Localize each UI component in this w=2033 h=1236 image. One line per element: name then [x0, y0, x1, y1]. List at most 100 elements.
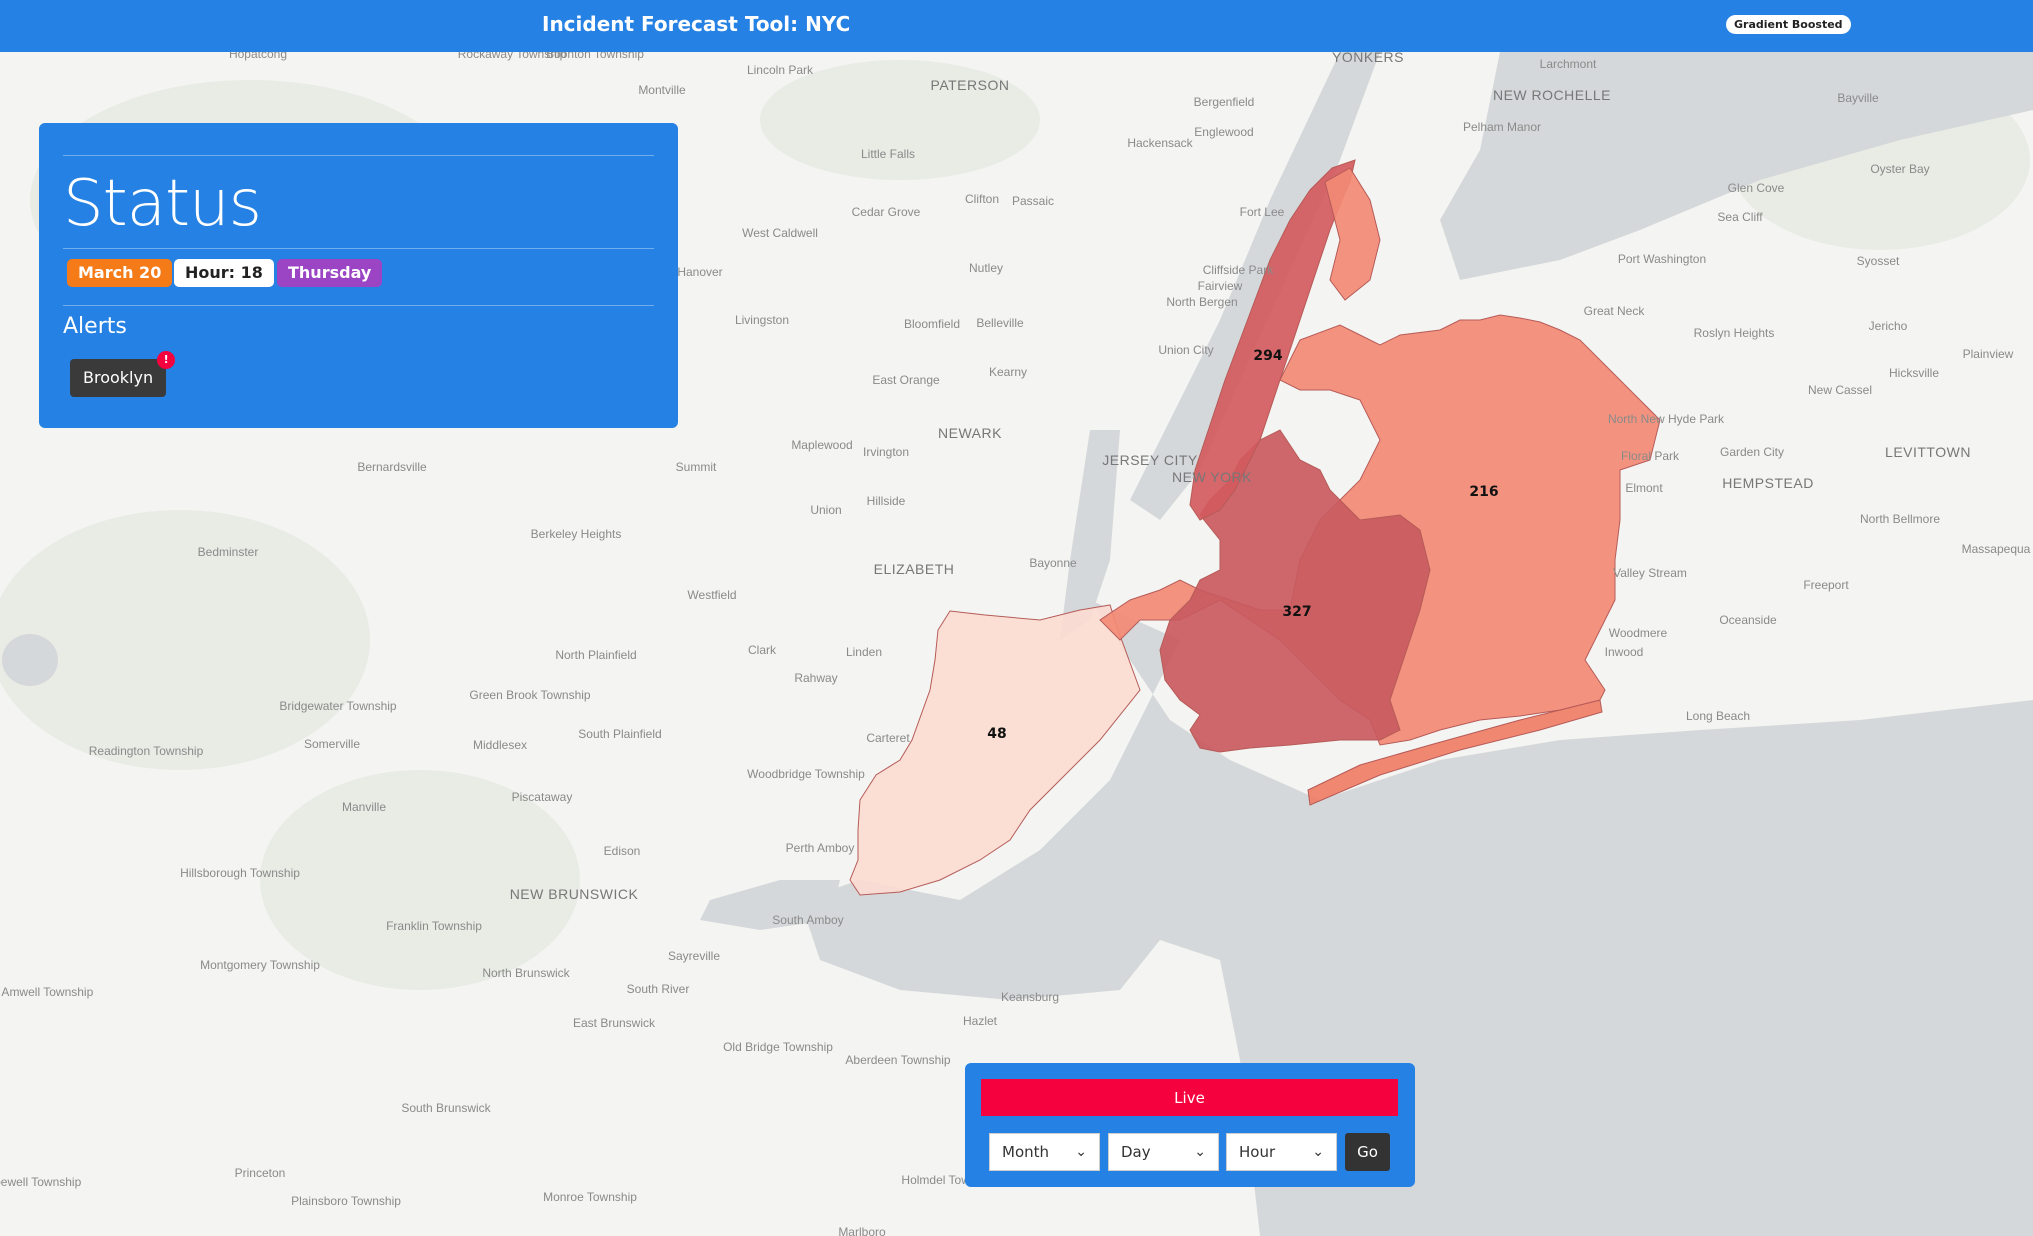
place-label: West Caldwell: [742, 226, 818, 240]
place-label: Hicksville: [1889, 366, 1939, 380]
hour-select-label: Hour: [1239, 1143, 1276, 1161]
place-label: Green Brook Township: [469, 688, 591, 702]
place-label: Bayonne: [1029, 556, 1077, 570]
place-label: NEW YORK: [1172, 469, 1252, 485]
hour-label: Hour:: [185, 263, 236, 282]
month-select-label: Month: [1002, 1143, 1050, 1161]
divider: [63, 248, 654, 249]
place-label: Hillsborough Township: [180, 866, 300, 880]
chevron-down-icon: ⌄: [1194, 1144, 1206, 1160]
place-label: Westfield: [687, 588, 736, 602]
place-label: Sea Cliff: [1717, 210, 1763, 224]
place-label: Elmont: [1625, 481, 1663, 495]
place-label: ELIZABETH: [874, 561, 955, 577]
place-label: Bridgewater Township: [279, 699, 397, 713]
place-label: Old Bridge Township: [723, 1040, 833, 1054]
go-button[interactable]: Go: [1345, 1133, 1390, 1171]
place-label: Summit: [676, 460, 717, 474]
place-label: Irvington: [863, 445, 909, 459]
place-label: Piscataway: [512, 790, 573, 804]
place-label: Somerville: [304, 737, 360, 751]
live-button[interactable]: Live: [981, 1079, 1398, 1116]
place-label: Franklin Township: [386, 919, 482, 933]
place-label: Middlesex: [473, 738, 527, 752]
place-label: Hanover: [677, 265, 722, 279]
place-label: Linden: [846, 645, 882, 659]
place-label: JERSEY CITY: [1102, 452, 1198, 468]
place-label: PATERSON: [931, 77, 1010, 93]
place-label: Cliffside Park: [1203, 263, 1274, 277]
place-label: Larchmont: [1540, 57, 1597, 71]
hour-value: 18: [240, 263, 263, 282]
place-label: Passaic: [1012, 194, 1054, 208]
place-label: Fort Lee: [1240, 205, 1285, 219]
place-label: Kearny: [989, 365, 1027, 379]
alerts-title: Alerts: [63, 314, 127, 339]
place-label: Inwood: [1605, 645, 1644, 659]
place-label: Oceanside: [1719, 613, 1777, 627]
place-label: Manville: [342, 800, 386, 814]
alert-indicator-icon: !: [157, 351, 176, 369]
place-label: Hazlet: [963, 1014, 998, 1028]
status-panel: Status March 20 Hour: 18 Thursday Alerts…: [39, 123, 678, 428]
place-label: Floral Park: [1621, 449, 1680, 463]
place-label: Hillside: [867, 494, 906, 508]
place-label: Englewood: [1194, 125, 1253, 139]
hour-select[interactable]: Hour ⌄: [1226, 1133, 1337, 1171]
place-label: Sayreville: [668, 949, 720, 963]
place-label: Woodmere: [1609, 626, 1668, 640]
place-label: Bloomfield: [904, 317, 960, 331]
place-label: Woodbridge Township: [747, 767, 865, 781]
place-label: South Amboy: [772, 913, 843, 927]
place-label: Jericho: [1869, 319, 1908, 333]
borough-value-queens: 216: [1469, 484, 1498, 500]
place-label: Roslyn Heights: [1694, 326, 1775, 340]
place-label: North Bergen: [1166, 295, 1237, 309]
top-bar: Incident Forecast Tool: NYC Gradient Boo…: [0, 0, 2033, 52]
month-select[interactable]: Month ⌄: [989, 1133, 1100, 1171]
place-label: LEVITTOWN: [1885, 444, 1971, 460]
place-label: Oyster Bay: [1870, 162, 1929, 176]
place-label: Berkeley Heights: [531, 527, 622, 541]
place-label: Garden City: [1720, 445, 1784, 459]
place-label: HEMPSTEAD: [1722, 475, 1814, 491]
place-label: Bergenfield: [1194, 95, 1255, 109]
place-label: Clark: [748, 643, 777, 657]
place-label: Hopewell Township: [0, 1175, 82, 1189]
place-label: Hackensack: [1127, 136, 1193, 150]
day-select-label: Day: [1121, 1143, 1151, 1161]
place-label: Bayville: [1837, 91, 1879, 105]
place-label: Long Beach: [1686, 709, 1750, 723]
chevron-down-icon: ⌄: [1075, 1144, 1087, 1160]
place-label: Plainview: [1963, 347, 2014, 361]
place-label: Princeton: [235, 1166, 286, 1180]
hour-badge: Hour: 18: [174, 259, 274, 287]
control-panel: Live Month ⌄ Day ⌄ Hour ⌄ Go: [965, 1063, 1415, 1187]
borough-value-staten-island: 48: [987, 726, 1006, 742]
place-label: Valley Stream: [1613, 566, 1687, 580]
model-badge[interactable]: Gradient Boosted: [1726, 15, 1851, 34]
app-title: Incident Forecast Tool: NYC: [542, 12, 851, 36]
place-label: Livingston: [735, 313, 789, 327]
borough-value-manhattan: 294: [1253, 348, 1282, 364]
day-select[interactable]: Day ⌄: [1108, 1133, 1219, 1171]
place-label: Freeport: [1803, 578, 1849, 592]
place-label: South River: [627, 982, 690, 996]
place-label: Carteret: [866, 731, 910, 745]
place-label: New Cassel: [1808, 383, 1872, 397]
place-label: Perth Amboy: [786, 841, 855, 855]
place-label: Montville: [638, 83, 686, 97]
place-label: Keansburg: [1001, 990, 1059, 1004]
place-label: Aberdeen Township: [845, 1053, 951, 1067]
place-label: Union City: [1158, 343, 1213, 357]
alert-brooklyn[interactable]: Brooklyn !: [70, 351, 176, 397]
date-badge: March 20: [67, 259, 173, 287]
place-label: East Brunswick: [573, 1016, 656, 1030]
place-label: NEW ROCHELLE: [1493, 87, 1611, 103]
place-label: Clifton: [965, 192, 999, 206]
place-label: Massapequa: [1962, 542, 2031, 556]
place-label: East Orange: [872, 373, 940, 387]
divider: [63, 155, 654, 156]
place-label: YONKERS: [1332, 52, 1404, 65]
place-label: Lincoln Park: [747, 63, 814, 77]
